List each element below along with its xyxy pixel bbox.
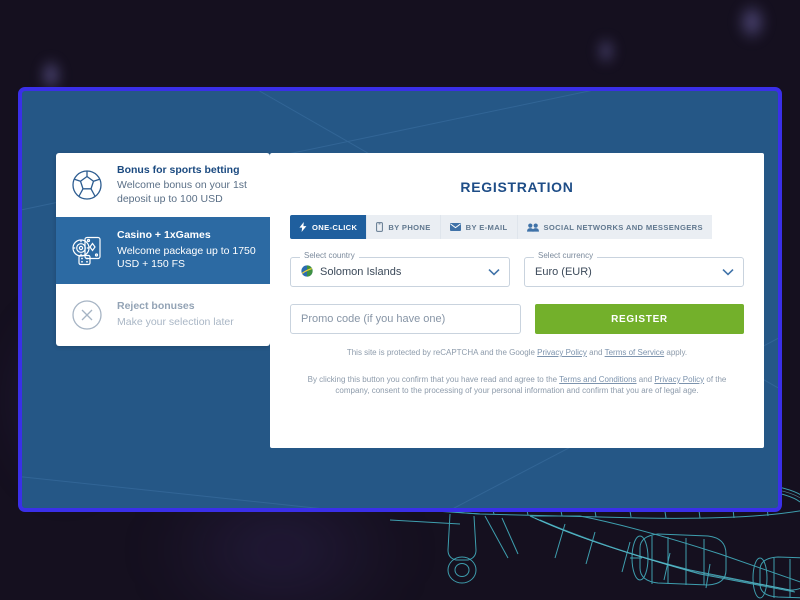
recaptcha-notice: This site is protected by reCAPTCHA and … <box>300 348 734 359</box>
tab-social-networks[interactable]: SOCIAL NETWORKS AND MESSENGERS <box>517 215 712 239</box>
tab-label: BY E-MAIL <box>465 222 508 232</box>
background-glow <box>596 36 616 66</box>
bonus-card-description: Welcome bonus on your 1st deposit up to … <box>117 179 247 205</box>
country-flag-icon <box>301 264 313 280</box>
currency-select[interactable]: Select currency Euro (EUR) <box>524 252 744 287</box>
country-select-label: Select country <box>300 252 359 260</box>
tab-by-phone[interactable]: BY PHONE <box>367 215 441 239</box>
bonus-card-title: Reject bonuses <box>117 300 195 313</box>
currency-select-value: Euro (EUR) <box>535 266 592 278</box>
registration-form-panel: REGISTRATION ONE-CLICK BY PHONE BY E-MAI… <box>270 153 764 448</box>
registration-modal: Bonus for sports betting Welcome bonus o… <box>18 87 782 512</box>
cross-circle-icon <box>67 295 107 335</box>
company-privacy-policy-link[interactable]: Privacy Policy <box>654 375 704 384</box>
bonus-selection-list: Bonus for sports betting Welcome bonus o… <box>56 153 270 346</box>
registration-method-tabs: ONE-CLICK BY PHONE BY E-MAIL SOCIAL NETW… <box>290 215 744 239</box>
promo-code-input[interactable] <box>290 304 521 334</box>
register-button[interactable]: REGISTER <box>535 304 744 334</box>
bonus-card-text: Bonus for sports betting Welcome bonus o… <box>117 164 258 206</box>
country-select-value: Solomon Islands <box>320 266 402 278</box>
currency-select-value-wrap: Euro (EUR) <box>535 266 592 278</box>
chevron-down-icon <box>488 268 500 276</box>
chevron-down-icon <box>722 268 734 276</box>
bonus-card-title: Bonus for sports betting <box>117 164 240 176</box>
social-people-icon <box>526 223 539 232</box>
recaptcha-text-before: This site is protected by reCAPTCHA and … <box>346 348 538 357</box>
tab-by-email[interactable]: BY E-MAIL <box>440 215 518 239</box>
currency-select-label: Select currency <box>534 252 598 260</box>
country-select-value-wrap: Solomon Islands <box>301 264 402 280</box>
terms-text-before: By clicking this button you confirm that… <box>307 374 560 384</box>
terms-agreement-notice: By clicking this button you confirm that… <box>300 375 734 397</box>
phone-icon <box>376 222 384 232</box>
terms-and-conditions-link[interactable]: Terms and Conditions <box>559 375 636 384</box>
tab-label: ONE-CLICK <box>312 222 358 232</box>
bonus-card-sports[interactable]: Bonus for sports betting Welcome bonus o… <box>56 153 270 218</box>
google-terms-of-service-link[interactable]: Terms of Service <box>605 348 665 357</box>
lightning-bolt-icon <box>299 222 307 232</box>
casino-cards-icon <box>67 231 107 271</box>
bonus-card-reject[interactable]: Reject bonuses Make your selection later <box>56 282 270 346</box>
recaptcha-text-after: apply. <box>664 348 688 357</box>
tab-label: BY PHONE <box>388 222 431 232</box>
action-row: REGISTER <box>290 304 744 334</box>
background-glow <box>737 2 767 42</box>
page-root: Bonus for sports betting Welcome bonus o… <box>0 0 800 600</box>
soccer-ball-icon <box>67 165 107 205</box>
recaptcha-text-middle: and <box>586 348 605 357</box>
bonus-card-casino[interactable]: Casino + 1xGames Welcome package up to 1… <box>56 217 270 283</box>
google-privacy-policy-link[interactable]: Privacy Policy <box>537 348 587 357</box>
terms-text-middle: and <box>636 374 655 384</box>
country-select[interactable]: Select country Solomon Islands <box>290 252 510 287</box>
envelope-icon <box>449 223 461 231</box>
tab-label: SOCIAL NETWORKS AND MESSENGERS <box>543 222 703 232</box>
tab-one-click[interactable]: ONE-CLICK <box>290 215 368 239</box>
selects-row: Select country Solomon Islands Select cu… <box>290 252 744 287</box>
bonus-card-description: Make your selection later <box>117 315 234 328</box>
page-title: REGISTRATION <box>460 179 574 195</box>
bonus-card-text: Casino + 1xGames Welcome package up to 1… <box>117 229 258 271</box>
bonus-card-title: Casino + 1xGames <box>117 229 211 242</box>
bonus-card-description: Welcome package up to 1750 USD + 150 FS <box>117 244 256 271</box>
bonus-card-text: Reject bonuses Make your selection later <box>117 300 234 329</box>
